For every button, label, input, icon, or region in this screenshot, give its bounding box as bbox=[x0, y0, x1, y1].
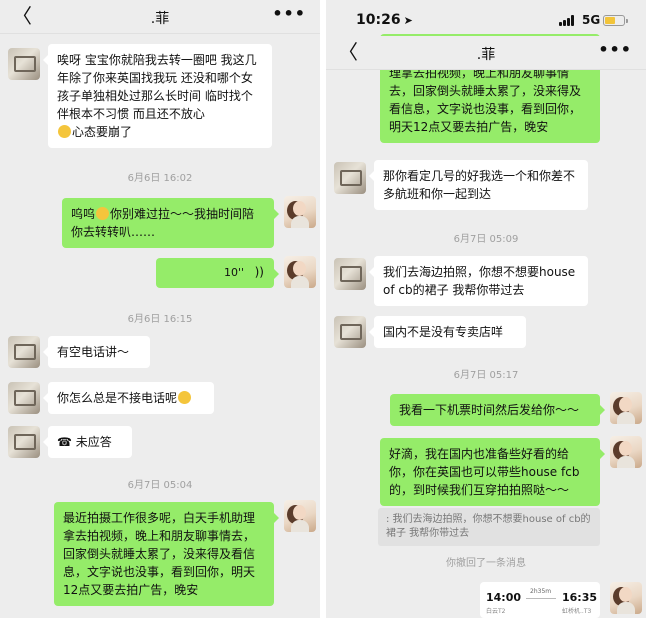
voice-duration: 10'' bbox=[223, 266, 244, 279]
phone-icon: ☎ bbox=[57, 435, 72, 449]
departure-time: 14:00 bbox=[486, 591, 522, 604]
message-text: 有空电话讲～ bbox=[57, 345, 130, 359]
arrival-airport: 虹桥机..T3 bbox=[562, 608, 592, 615]
my-avatar[interactable] bbox=[610, 436, 642, 468]
message-incoming: 那你看定几号的好我选一个和你差不多航班和你一起到达 bbox=[326, 160, 646, 216]
timestamp: 6月7日 05:04 bbox=[127, 480, 193, 491]
battery-icon bbox=[603, 15, 628, 26]
message-bubble[interactable]: 有空电话讲～ bbox=[43, 336, 150, 368]
status-time: 10:26 ➤ bbox=[356, 12, 413, 28]
arrival-time: 16:35 bbox=[562, 591, 598, 604]
message-incoming: 我们去海边拍照，你想不想要house of cb的裙子 我帮你带过去 bbox=[326, 256, 646, 306]
message-text: 你怎么总是不接电话呢 bbox=[57, 391, 178, 405]
message-incoming: 唉呀 宝宝你就陪我去转一圈吧 我这几年除了你来英国找我玩 还没和哪个女孩子单独相… bbox=[0, 44, 320, 154]
contact-avatar[interactable] bbox=[334, 316, 366, 348]
timestamp: 6月6日 16:02 bbox=[127, 173, 193, 184]
message-incoming: 有空电话讲～ bbox=[0, 334, 320, 370]
timestamp: 6月7日 05:09 bbox=[453, 234, 519, 245]
quoted-message[interactable]: : 我们去海边拍照，你想不想要house of cb的裙子 我帮你带过去 bbox=[378, 508, 600, 546]
message-text: 国内不是没有专卖店咩 bbox=[383, 325, 504, 339]
flight-duration: 2h35m bbox=[530, 588, 552, 595]
more-icon[interactable]: ••• bbox=[598, 40, 632, 59]
my-avatar[interactable] bbox=[284, 500, 316, 532]
sad-face-emoji-icon bbox=[58, 125, 71, 138]
chat-nav-bar: 〈 .菲 ••• bbox=[326, 36, 646, 70]
left-chat-screenshot: 〈 .菲 ••• 唉呀 宝宝你就陪我去转一圈吧 我这几年除了你来英国找我玩 还没… bbox=[0, 0, 320, 618]
message-bubble[interactable]: 我看一下机票时间然后发给你～～ bbox=[390, 394, 605, 426]
call-status-text: 未应答 bbox=[75, 435, 112, 449]
sad-face-emoji-icon bbox=[178, 391, 192, 404]
voice-wave-icon: )) bbox=[254, 265, 264, 279]
missed-call-message: ☎ 未应答 bbox=[0, 424, 320, 460]
message-text: 我看一下机票时间然后发给你～～ bbox=[399, 403, 580, 417]
message-bubble[interactable]: 你怎么总是不接电话呢 bbox=[43, 382, 214, 414]
message-text: 唉呀 宝宝你就陪我去转一圈吧 我这几年除了你来英国找我玩 还没和哪个女孩子单独相… bbox=[57, 53, 257, 121]
timestamp: 6月7日 05:17 bbox=[453, 370, 519, 381]
message-bubble[interactable]: 那你看定几号的好我选一个和你差不多航班和你一起到达 bbox=[369, 160, 588, 210]
recall-notice: 你撤回了一条消息 bbox=[446, 558, 526, 569]
message-bubble[interactable]: 唉呀 宝宝你就陪我去转一圈吧 我这几年除了你来英国找我玩 还没和哪个女孩子单独相… bbox=[43, 44, 272, 148]
message-text-tail: 心态要崩了 bbox=[72, 125, 133, 139]
message-outgoing: 好滴，我在国内也准备些好看的给你，你在英国也可以带些house fcb的，到时候… bbox=[326, 436, 646, 506]
message-bubble[interactable]: 国内不是没有专卖店咩 bbox=[369, 316, 526, 348]
signal-icon bbox=[559, 15, 577, 26]
my-avatar[interactable] bbox=[284, 196, 316, 228]
voice-bubble[interactable]: 10'' )) bbox=[156, 258, 279, 288]
message-incoming: 你怎么总是不接电话呢 bbox=[0, 380, 320, 416]
departure-airport: 白云T2 bbox=[486, 608, 506, 615]
message-text: 好滴，我在国内也准备些好看的给你，你在英国也可以带些house fcb的，到时候… bbox=[389, 447, 580, 497]
timestamp: 6月6日 16:15 bbox=[127, 314, 193, 325]
crying-face-emoji-icon bbox=[96, 207, 110, 220]
message-outgoing: 最近拍摄工作很多呢，白天手机助理拿去拍视频，晚上和朋友聊事情去，回家倒头就睡太累… bbox=[0, 500, 320, 618]
network-type: 5G bbox=[582, 13, 601, 27]
message-outgoing: 呜呜 你别难过拉～～我抽时间陪你去转转叭…… bbox=[0, 194, 320, 248]
contact-avatar[interactable] bbox=[8, 336, 40, 368]
my-avatar[interactable] bbox=[284, 256, 316, 288]
message-outgoing: 我看一下机票时间然后发给你～～ bbox=[326, 392, 646, 428]
my-avatar[interactable] bbox=[610, 582, 642, 614]
contact-avatar[interactable] bbox=[334, 258, 366, 290]
contact-avatar[interactable] bbox=[8, 426, 40, 458]
right-chat-screenshot: 10:26 ➤ 5G 〈 .菲 ••• 理拿去拍视频，晚上和朋友聊事情去，回家倒头… bbox=[326, 0, 646, 618]
flight-line bbox=[526, 598, 556, 599]
clock-text: 10:26 bbox=[356, 12, 401, 28]
message-prefix: 呜呜 bbox=[71, 207, 96, 221]
message-outgoing: 14:00 2h35m 16:35 白云T2 虹桥机..T3 bbox=[326, 578, 646, 618]
message-text: 最近拍摄工作很多呢，白天手机助理拿去拍视频，晚上和朋友聊事情去，回家倒头就睡太累… bbox=[63, 511, 256, 597]
chat-nav-bar: 〈 .菲 ••• bbox=[0, 0, 320, 34]
contact-avatar[interactable] bbox=[8, 382, 40, 414]
location-arrow-icon: ➤ bbox=[403, 14, 413, 27]
voice-message-outgoing: 10'' )) bbox=[0, 256, 320, 292]
message-bubble[interactable]: 最近拍摄工作很多呢，白天手机助理拿去拍视频，晚上和朋友聊事情去，回家倒头就睡太累… bbox=[54, 502, 279, 606]
contact-avatar[interactable] bbox=[8, 48, 40, 80]
message-bubble[interactable]: 我们去海边拍照，你想不想要house of cb的裙子 我帮你带过去 bbox=[369, 256, 588, 306]
message-bubble[interactable]: 呜呜 你别难过拉～～我抽时间陪你去转转叭…… bbox=[62, 198, 279, 248]
message-text: 理拿去拍视频，晚上和朋友聊事情去，回家倒头就睡太累了，没来得及看信息，文字说也没… bbox=[389, 66, 582, 134]
flight-ticket-card[interactable]: 14:00 2h35m 16:35 白云T2 虹桥机..T3 bbox=[480, 582, 600, 618]
message-text: 我们去海边拍照，你想不想要house of cb的裙子 我帮你带过去 bbox=[383, 265, 576, 297]
message-incoming: 国内不是没有专卖店咩 bbox=[326, 314, 646, 350]
call-bubble[interactable]: ☎ 未应答 bbox=[43, 426, 132, 458]
contact-avatar[interactable] bbox=[334, 162, 366, 194]
my-avatar[interactable] bbox=[610, 392, 642, 424]
more-icon[interactable]: ••• bbox=[272, 4, 306, 23]
message-text: 那你看定几号的好我选一个和你差不多航班和你一起到达 bbox=[383, 169, 576, 201]
message-bubble[interactable]: 好滴，我在国内也准备些好看的给你，你在英国也可以带些house fcb的，到时候… bbox=[380, 438, 605, 506]
